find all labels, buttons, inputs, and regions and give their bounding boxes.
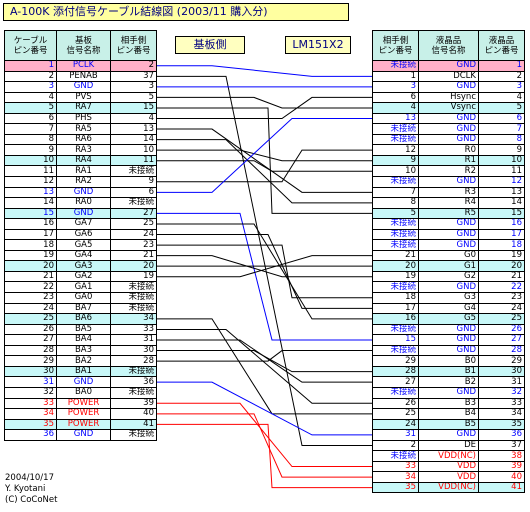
wire-31-to-36 bbox=[157, 381, 372, 436]
wire-2-to-37 bbox=[157, 75, 372, 446]
footer-author: Y. Kyotani bbox=[5, 484, 46, 494]
wire-26-to-33 bbox=[157, 328, 372, 404]
wire-9-to-10 bbox=[157, 149, 372, 162]
wire-25-to-34 bbox=[157, 318, 372, 415]
footer-date: 2004/10/17 bbox=[5, 473, 54, 483]
wire-1-to-2 bbox=[157, 65, 372, 77]
footer: 2004/10/17 Y. Kyotani (C) CoCoNet bbox=[5, 473, 57, 506]
wire-13-to-6 bbox=[157, 118, 372, 193]
wire-4-to-5 bbox=[157, 96, 372, 109]
wiring-lines bbox=[157, 65, 372, 489]
footer-copyright: (C) CoCoNet bbox=[5, 495, 58, 505]
